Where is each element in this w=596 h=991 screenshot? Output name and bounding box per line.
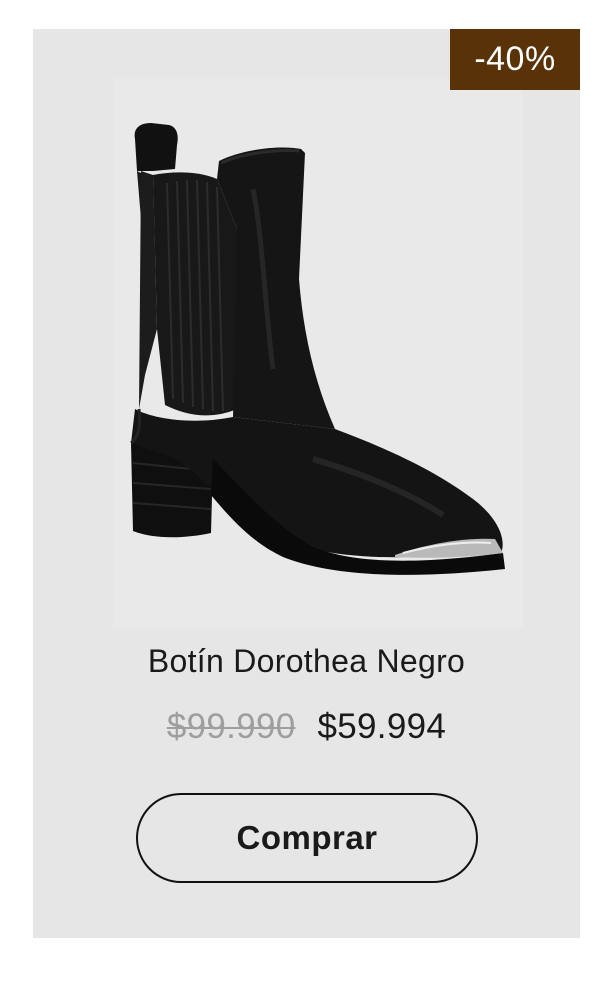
discount-badge: -40% — [450, 29, 580, 90]
boot-image — [130, 123, 505, 575]
product-card[interactable]: -40% Botín Dorothea Negro $99.990 $59.994… — [33, 29, 580, 938]
price-row: $99.990 $59.994 — [33, 707, 580, 747]
product-image[interactable] — [113, 79, 523, 627]
sale-price: $59.994 — [317, 707, 447, 746]
product-title[interactable]: Botín Dorothea Negro — [33, 643, 580, 680]
original-price: $99.990 — [166, 707, 296, 746]
buy-button[interactable]: Comprar — [136, 793, 478, 883]
